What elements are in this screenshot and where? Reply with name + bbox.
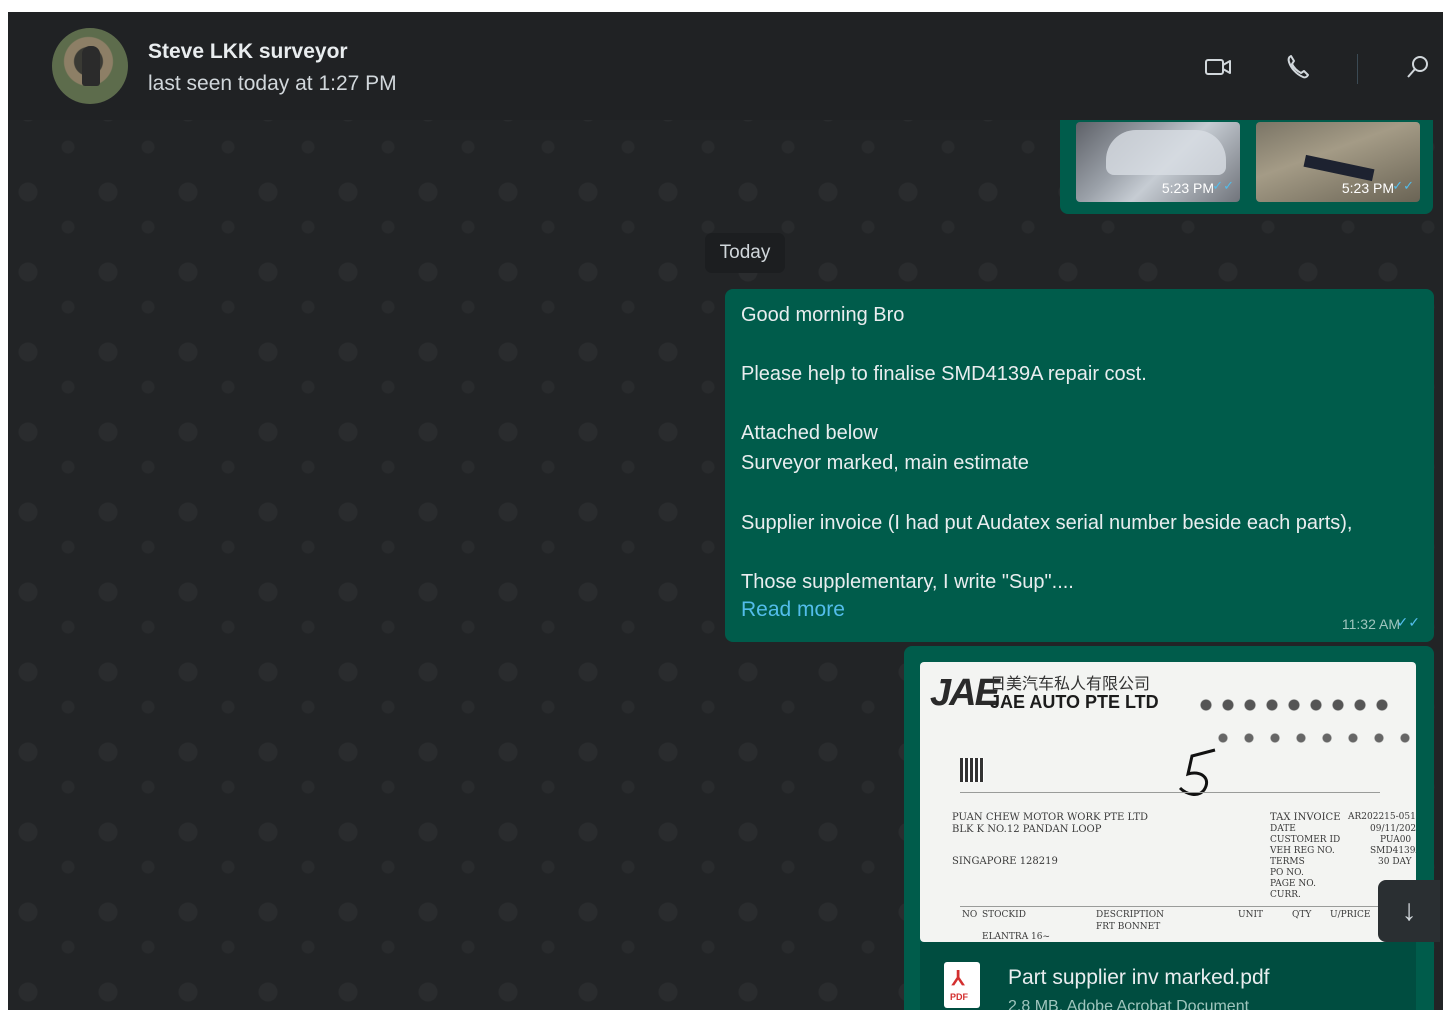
customer-city: SINGAPORE 128219: [952, 856, 1058, 867]
chat-header: Steve LKK surveyor last seen today at 1:…: [8, 12, 1443, 120]
customer-name: PUAN CHEW MOTOR WORK PTE LTD: [952, 812, 1149, 823]
message-line: Attached below: [741, 422, 878, 444]
message-time: 5:23 PM: [1161, 180, 1214, 196]
image-message-group: 5:23 PM ✓✓ 5:23 PM ✓✓: [1060, 116, 1433, 214]
avatar-figure: [82, 46, 100, 86]
brand-logos: [1210, 732, 1410, 744]
date-divider: Today: [705, 233, 785, 273]
field-value: PUA00: [1380, 835, 1412, 845]
read-more-link[interactable]: Read more: [741, 598, 845, 622]
row-model: ELANTRA 16~: [982, 932, 1051, 942]
document-file-meta: 2.8 MB, Adobe Acrobat Document: [1008, 998, 1250, 1010]
message-time: 11:32 AM: [1341, 616, 1400, 632]
column-header: NO: [962, 910, 978, 920]
message-line: Good morning Bro: [741, 304, 905, 326]
qr-code: [960, 758, 984, 782]
certification-logos: [1195, 698, 1395, 712]
message-time: 5:23 PM: [1341, 180, 1394, 196]
handwritten-mark: [1178, 748, 1216, 796]
table-rule: [960, 906, 1410, 907]
plate-photo-thumbnail[interactable]: 5:23 PM ✓✓: [1256, 122, 1420, 202]
contact-avatar[interactable]: [52, 28, 128, 104]
field-label: CUSTOMER ID: [1270, 835, 1341, 845]
column-header: STOCKID: [982, 910, 1026, 920]
read-receipt-icon: ✓✓: [1392, 178, 1414, 193]
company-logo: JAE: [930, 672, 1000, 714]
read-receipt-icon: ✓✓: [1396, 614, 1420, 630]
column-header: UNIT: [1238, 910, 1264, 920]
acrobat-icon: ⅄: [952, 968, 965, 990]
document-footer[interactable]: ⅄ PDF Part supplier inv marked.pdf 2.8 M…: [920, 942, 1416, 1010]
field-value: SMD4139A: [1370, 846, 1416, 856]
document-type: TAX INVOICE: [1270, 812, 1341, 823]
customer-address: BLK K NO.12 PANDAN LOOP: [952, 824, 1102, 835]
column-header: QTY: [1292, 910, 1312, 920]
pdf-icon: ⅄ PDF: [944, 962, 980, 1008]
field-label: DATE: [1270, 824, 1296, 834]
field-label: PAGE NO.: [1270, 879, 1316, 889]
row-description: FRT BONNET: [1096, 922, 1161, 932]
voice-call-icon[interactable]: [1283, 52, 1315, 84]
outgoing-text-message[interactable]: Good morning Bro Please help to finalise…: [725, 289, 1434, 642]
last-seen-status: last seen today at 1:27 PM: [148, 72, 397, 95]
header-divider: [1357, 54, 1358, 84]
scroll-to-bottom-button[interactable]: ↓: [1378, 880, 1440, 942]
car-photo-thumbnail[interactable]: 5:23 PM ✓✓: [1076, 122, 1240, 202]
column-header: DESCRIPTION: [1096, 910, 1165, 920]
outgoing-document-message[interactable]: JAE 日美汽车私人有限公司 JAE AUTO PTE LTD PUAN CHE…: [904, 646, 1434, 1010]
company-name-chinese: 日美汽车私人有限公司: [990, 674, 1151, 693]
document-preview[interactable]: JAE 日美汽车私人有限公司 JAE AUTO PTE LTD PUAN CHE…: [920, 662, 1416, 942]
field-label: VEH REG NO.: [1270, 846, 1335, 856]
message-line: Please help to finalise SMD4139A repair …: [741, 363, 1147, 385]
field-label: PO NO.: [1270, 868, 1304, 878]
column-header: U/PRICE: [1330, 910, 1371, 920]
field-label: TERMS: [1270, 857, 1305, 867]
field-label: CURR.: [1270, 890, 1301, 900]
field-value: AR202215-0510: [1348, 812, 1416, 822]
video-call-icon[interactable]: [1203, 52, 1235, 84]
plate-shape: [1303, 154, 1375, 182]
chat-window: 5:23 PM ✓✓ 5:23 PM ✓✓ Steve LKK surveyor…: [8, 12, 1443, 1010]
search-icon[interactable]: [1403, 52, 1435, 84]
car-shape: [1106, 130, 1226, 175]
document-file-name: Part supplier inv marked.pdf: [1008, 966, 1270, 989]
arrow-down-icon: ↓: [1401, 894, 1417, 927]
field-value: 09/11/202: [1370, 824, 1416, 834]
company-name: JAE AUTO PTE LTD: [990, 692, 1159, 712]
contact-name[interactable]: Steve LKK surveyor: [148, 40, 348, 64]
message-line: Supplier invoice (I had put Audatex seri…: [741, 512, 1353, 534]
message-line: Those supplementary, I write "Sup"....: [741, 571, 1074, 593]
invoice-rule: [960, 792, 1380, 793]
field-value: 30 DAY: [1378, 857, 1412, 867]
read-receipt-icon: ✓✓: [1212, 178, 1234, 193]
message-line: Surveyor marked, main estimate: [741, 452, 1029, 474]
pdf-icon-label: PDF: [950, 992, 968, 1002]
